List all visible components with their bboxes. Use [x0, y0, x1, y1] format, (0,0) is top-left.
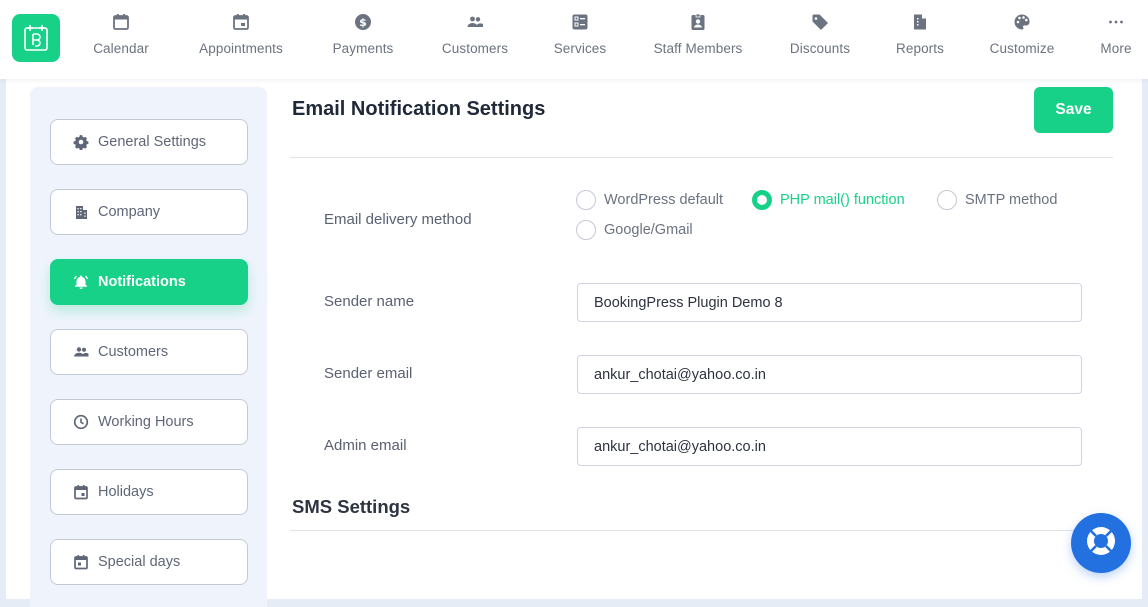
- more-icon: [1106, 12, 1126, 32]
- sidebar-item-general-settings[interactable]: General Settings: [50, 119, 248, 165]
- radio-circle[interactable]: [576, 220, 596, 240]
- save-button[interactable]: Save: [1034, 87, 1113, 133]
- radio-circle[interactable]: [937, 190, 957, 210]
- divider: [290, 530, 1113, 531]
- nav-label: Calendar: [93, 41, 149, 56]
- nav-customize[interactable]: Customize: [984, 0, 1060, 79]
- nav-customers[interactable]: Customers: [436, 0, 514, 79]
- calendar-day-icon: [73, 554, 89, 570]
- sidebar-item-label: Holidays: [98, 484, 154, 500]
- nav-calendar[interactable]: Calendar: [88, 0, 154, 79]
- sidebar-item-label: Working Hours: [98, 414, 194, 430]
- sidebar-item-special-days[interactable]: Special days: [50, 539, 248, 585]
- nav-label: Reports: [896, 41, 944, 56]
- page-title: Email Notification Settings: [292, 98, 546, 120]
- sidebar-item-label: Special days: [98, 554, 181, 570]
- nav-appointments[interactable]: Appointments: [192, 0, 290, 79]
- sidebar-item-label: Company: [98, 204, 161, 220]
- clock-icon: [73, 414, 89, 430]
- radio-smtp-method[interactable]: SMTP method: [937, 190, 1057, 210]
- radio-label: Google/Gmail: [604, 222, 693, 238]
- sidebar-item-label: Notifications: [98, 274, 186, 290]
- email-delivery-method-label: Email delivery method: [324, 211, 472, 228]
- nav-label: Staff Members: [653, 41, 743, 56]
- tag-icon: [810, 12, 830, 32]
- calendar-icon: [111, 12, 131, 32]
- nav-discounts[interactable]: Discounts: [786, 0, 854, 79]
- lifebuoy-icon: [1085, 525, 1117, 562]
- radio-circle[interactable]: [576, 190, 596, 210]
- nav-label: Customers: [441, 41, 509, 56]
- sidebar-item-working-hours[interactable]: Working Hours: [50, 399, 248, 445]
- nav-label: Customize: [989, 41, 1055, 56]
- sms-settings-heading: SMS Settings: [292, 496, 411, 517]
- nav-label: Discounts: [789, 41, 851, 56]
- radio-label: PHP mail() function: [780, 192, 905, 208]
- radio-php-mail[interactable]: PHP mail() function: [752, 190, 905, 210]
- sidebar-item-notifications[interactable]: Notifications: [50, 259, 248, 305]
- admin-email-label: Admin email: [324, 437, 407, 454]
- sidebar-item-label: General Settings: [98, 134, 207, 150]
- nav-staff-members[interactable]: Staff Members: [648, 0, 748, 79]
- nav-label: Services: [553, 41, 607, 56]
- sender-email-label: Sender email: [324, 365, 413, 382]
- nav-payments[interactable]: $ Payments: [328, 0, 398, 79]
- radio-circle[interactable]: [752, 190, 772, 210]
- radio-label: SMTP method: [965, 192, 1058, 208]
- admin-email-input[interactable]: [577, 427, 1082, 466]
- services-icon: [570, 12, 590, 32]
- sidebar-item-label: Customers: [98, 344, 169, 360]
- sender-email-input[interactable]: [577, 355, 1082, 394]
- nav-services[interactable]: Services: [550, 0, 610, 79]
- nav-label: Appointments: [199, 41, 283, 56]
- nav-label: Payments: [332, 41, 394, 56]
- help-button[interactable]: [1071, 513, 1131, 573]
- calendar-icon: [73, 484, 89, 500]
- svg-text:$: $: [359, 16, 367, 29]
- gear-icon: [73, 134, 89, 150]
- divider: [290, 157, 1113, 158]
- sidebar-item-company[interactable]: Company: [50, 189, 248, 235]
- sidebar-item-customers[interactable]: Customers: [50, 329, 248, 375]
- bell-icon: [73, 274, 89, 290]
- nav-more[interactable]: More: [1096, 0, 1136, 79]
- nav-reports[interactable]: Reports: [892, 0, 948, 79]
- sender-name-label: Sender name: [324, 293, 415, 310]
- building-icon: [73, 204, 89, 220]
- users-icon: [465, 12, 485, 32]
- users-icon: [73, 344, 89, 360]
- nav-label: More: [1100, 41, 1132, 56]
- calendar-day-icon: [231, 12, 251, 32]
- radio-label: WordPress default: [604, 192, 724, 208]
- sender-name-input[interactable]: [577, 283, 1082, 322]
- sidebar-item-holidays[interactable]: Holidays: [50, 469, 248, 515]
- bookingpress-logo-icon[interactable]: [12, 14, 60, 62]
- radio-wordpress-default[interactable]: WordPress default: [576, 190, 723, 210]
- dollar-circle-icon: $: [353, 12, 373, 32]
- id-badge-icon: [688, 12, 708, 32]
- report-icon: [910, 12, 930, 32]
- radio-google-gmail[interactable]: Google/Gmail: [576, 220, 693, 240]
- top-navigation: Calendar Appointments $ Payments Custome…: [0, 0, 1148, 79]
- palette-icon: [1012, 12, 1032, 32]
